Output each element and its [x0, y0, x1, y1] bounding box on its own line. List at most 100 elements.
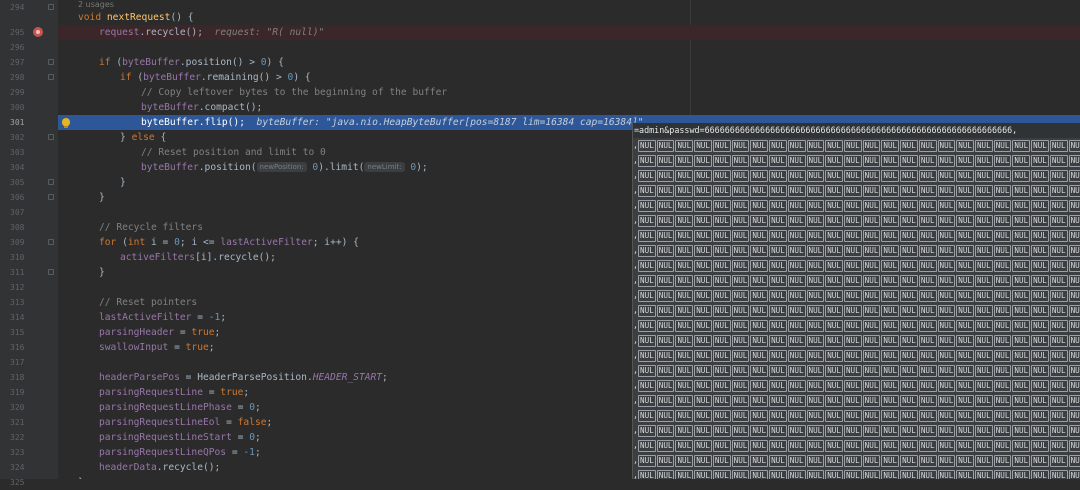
- nul-char-token: NUL: [656, 155, 675, 167]
- nul-char-token: NUL: [937, 185, 956, 197]
- gutter-line[interactable]: 309: [0, 235, 58, 250]
- fold-icon[interactable]: [48, 239, 54, 245]
- nul-char-token: NUL: [787, 380, 806, 392]
- nul-row: , NUL NUL NUL NUL NUL NUL NUL NUL NUL NUL NUL NUL NUL…: [633, 424, 1080, 439]
- value-preview-popup[interactable]: =admin&passwd=66666666666666666666666666…: [632, 123, 1080, 479]
- gutter-line[interactable]: 310: [0, 250, 58, 265]
- breakpoint-icon[interactable]: [33, 27, 43, 37]
- nul-char-token: NUL: [862, 470, 881, 479]
- gutter-line[interactable]: 323: [0, 445, 58, 460]
- nul-char-token: NUL: [900, 245, 918, 257]
- buffer-text: =admin&passwd=66666666666666666666666666…: [634, 125, 1013, 135]
- nul-char-token: NUL: [1031, 275, 1049, 287]
- fold-icon[interactable]: [48, 269, 54, 275]
- nul-char-token: NUL: [731, 425, 750, 437]
- nul-char-token: NUL: [806, 185, 825, 197]
- gutter-line[interactable]: 294: [0, 0, 58, 15]
- nul-char-token: NUL: [787, 290, 806, 302]
- nul-char-token: NUL: [974, 455, 993, 467]
- code-line-300[interactable]: byteBuffer.compact();: [58, 100, 1080, 115]
- gutter-line[interactable]: 322: [0, 430, 58, 445]
- code-line-298[interactable]: if (byteBuffer.remaining() > 0) {: [58, 70, 1080, 85]
- gutter-line[interactable]: 300: [0, 100, 58, 115]
- nul-char-token: NUL: [918, 170, 937, 182]
- nul-char-token: NUL: [712, 410, 731, 422]
- nul-row: , NUL NUL NUL NUL NUL NUL NUL NUL NUL NUL NUL NUL NUL…: [633, 304, 1080, 319]
- code-text: .compact();: [198, 102, 263, 113]
- gutter-line[interactable]: 308: [0, 220, 58, 235]
- code-text: =: [191, 312, 209, 323]
- intention-bulb-icon[interactable]: [62, 118, 70, 128]
- nul-char-token: NUL: [675, 410, 694, 422]
- gutter-line[interactable]: 296: [0, 40, 58, 55]
- gutter-line[interactable]: 303: [0, 145, 58, 160]
- gutter-line[interactable]: 312: [0, 280, 58, 295]
- gutter-line[interactable]: 298: [0, 70, 58, 85]
- gutter-line[interactable]: 319: [0, 385, 58, 400]
- nul-char-token: NUL: [974, 230, 993, 242]
- gutter-line[interactable]: 306: [0, 190, 58, 205]
- usages-hint[interactable]: 2 usages: [78, 0, 114, 10]
- nul-char-token: NUL: [918, 230, 937, 242]
- nul-char-token: NUL: [675, 215, 694, 227]
- nul-char-token: NUL: [694, 455, 712, 467]
- gutter-line[interactable]: 301: [0, 115, 58, 130]
- nul-char-token: NUL: [638, 245, 656, 257]
- code-text: =: [231, 432, 250, 443]
- nul-char-token: NUL: [1068, 215, 1080, 227]
- fold-icon[interactable]: [48, 59, 54, 65]
- nul-char-token: NUL: [638, 260, 656, 272]
- nul-char-token: NUL: [825, 245, 843, 257]
- gutter-line[interactable]: 325: [0, 475, 58, 490]
- gutter-line[interactable]: 317: [0, 355, 58, 370]
- gutter-line[interactable]: 295: [0, 25, 58, 40]
- nul-char-token: NUL: [769, 455, 787, 467]
- nul-char-token: NUL: [750, 200, 769, 212]
- nul-char-token: NUL: [937, 215, 956, 227]
- code-text: {: [154, 132, 167, 143]
- gutter-line[interactable]: 318: [0, 370, 58, 385]
- gutter-line[interactable]: 311: [0, 265, 58, 280]
- code-line-294[interactable]: void nextRequest() {: [58, 10, 1080, 25]
- nul-char-token: NUL: [1031, 470, 1049, 479]
- gutter-line[interactable]: 313: [0, 295, 58, 310]
- gutter-line[interactable]: 314: [0, 310, 58, 325]
- gutter-line[interactable]: 307: [0, 205, 58, 220]
- gutter-line[interactable]: 316: [0, 340, 58, 355]
- line-number: 306: [10, 193, 25, 202]
- keyword: if: [120, 72, 132, 83]
- fold-icon[interactable]: [48, 179, 54, 185]
- nul-char-token: NUL: [843, 380, 862, 392]
- gutter-line[interactable]: 315: [0, 325, 58, 340]
- nul-row: , NUL NUL NUL NUL NUL NUL NUL NUL NUL NUL NUL NUL NUL…: [633, 199, 1080, 214]
- gutter-line[interactable]: 299: [0, 85, 58, 100]
- gutter-line[interactable]: 297: [0, 55, 58, 70]
- nul-char-token: NUL: [825, 200, 843, 212]
- fold-icon[interactable]: [48, 4, 54, 10]
- line-number: 323: [10, 448, 25, 457]
- code-line-297[interactable]: if (byteBuffer.position() > 0) {: [58, 55, 1080, 70]
- fold-icon[interactable]: [48, 194, 54, 200]
- nul-char-token: NUL: [1012, 155, 1031, 167]
- code-text: (: [116, 237, 128, 248]
- gutter-line[interactable]: 305: [0, 175, 58, 190]
- fold-icon[interactable]: [48, 74, 54, 80]
- fold-icon[interactable]: [48, 134, 54, 140]
- nul-char-token: NUL: [694, 365, 712, 377]
- code-line-299[interactable]: // Copy leftover bytes to the beginning …: [58, 85, 1080, 100]
- nul-char-token: NUL: [731, 200, 750, 212]
- code-text: }: [120, 177, 126, 188]
- nul-char-token: NUL: [769, 305, 787, 317]
- line-number: 312: [10, 283, 25, 292]
- gutter-line[interactable]: 302: [0, 130, 58, 145]
- gutter-line[interactable]: 320: [0, 400, 58, 415]
- nul-char-token: NUL: [881, 365, 900, 377]
- code-line-295[interactable]: request.recycle(); request: "R( null)": [58, 25, 1080, 40]
- code-text: ) {: [266, 57, 284, 68]
- gutter-line[interactable]: 321: [0, 415, 58, 430]
- nul-char-token: NUL: [1049, 140, 1068, 152]
- gutter-line[interactable]: 304: [0, 160, 58, 175]
- nul-char-token: NUL: [881, 260, 900, 272]
- gutter-line[interactable]: 324: [0, 460, 58, 475]
- nul-char-token: NUL: [993, 440, 1012, 452]
